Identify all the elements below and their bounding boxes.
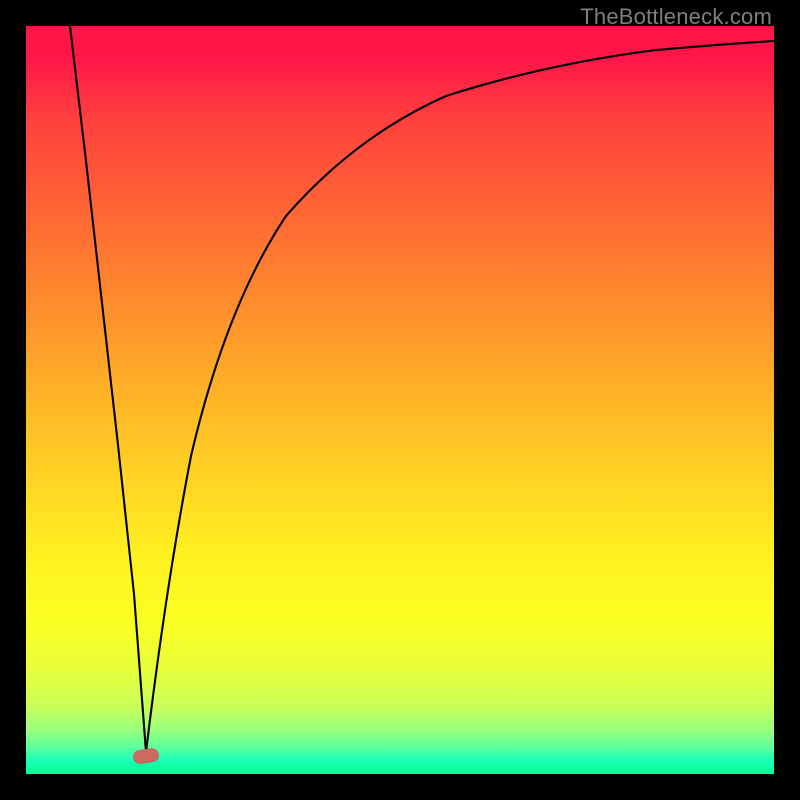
curve-left-branch [70,26,146,752]
bottleneck-curve [26,26,774,774]
curve-right-branch [146,41,774,752]
chart-frame: TheBottleneck.com [0,0,800,800]
plot-area [26,26,774,774]
watermark-text: TheBottleneck.com [580,4,772,30]
